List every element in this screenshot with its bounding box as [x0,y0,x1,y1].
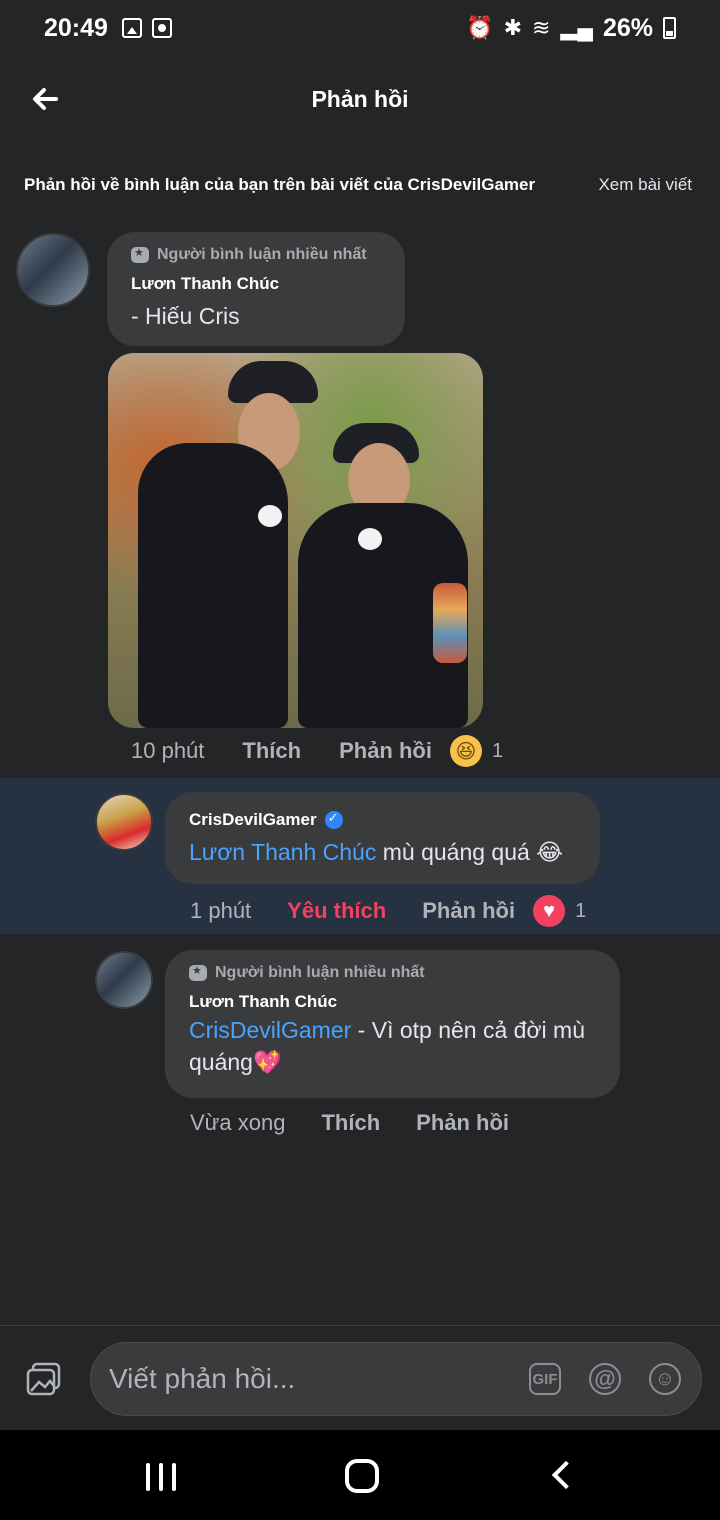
camera-notification-icon [151,18,172,38]
battery-icon [663,17,676,39]
badge-label: Người bình luận nhiều nhất [215,964,425,981]
badge-label: Người bình luận nhiều nhất [157,246,367,263]
badge-icon [131,246,149,263]
reply-input[interactable] [109,1357,509,1401]
reply-button[interactable]: Phản hồi [422,898,515,924]
haha-reaction-icon[interactable]: 😆 [449,735,482,767]
comment-time: Vừa xong [190,1110,286,1135]
status-time: 20:49 [44,13,108,42]
author-name[interactable]: CrisDevilGamer [189,810,317,830]
recent-apps-icon[interactable] [146,1463,176,1491]
love-button[interactable]: Yêu thích [287,898,386,924]
status-bar: 20:49 ⏰ ✱ ≋ ▂▄ 26% [0,0,720,56]
comment-bubble[interactable]: Người bình luận nhiều nhất Lươn Thanh Ch… [165,950,620,1098]
bluetooth-icon: ✱ [503,15,522,40]
mention-link[interactable]: CrisDevilGamer [189,1017,351,1043]
comment-actions: 10 phút Thích Phản hồi 😆 1 [131,735,503,767]
gif-icon[interactable]: GIF [529,1363,561,1395]
comment-body: mù quáng quá 😂 [376,839,564,865]
context-text: Phản hồi về bình luận của bạn trên bài v… [24,175,536,194]
avatar[interactable] [95,793,153,851]
reaction-count: 1 [491,739,504,762]
comment-actions: Vừa xong Thích Phản hồi [190,1110,509,1136]
author-name[interactable]: Lươn Thanh Chúc [189,992,337,1012]
reply-button[interactable]: Phản hồi [339,738,432,764]
wifi-icon: ≋ [532,15,551,40]
like-button[interactable]: Thích [242,738,301,764]
verified-icon [324,810,343,829]
view-post-link[interactable]: Xem bài viết [598,175,692,195]
comment-time: 10 phút [131,738,205,763]
page-title: Phản hồi [311,86,409,112]
comment-actions: 1 phút Yêu thích Phản hồi ♥ 1 [190,895,586,927]
reaction-count: 1 [575,899,587,922]
home-icon[interactable] [345,1459,379,1493]
comment-time: 1 phút [190,898,252,923]
gallery-notification-icon [121,18,142,38]
avatar[interactable] [95,951,153,1009]
photo-icon[interactable] [26,1362,62,1396]
app-header: Phản hồi [0,64,720,134]
like-button[interactable]: Thích [321,1110,380,1136]
alarm-icon: ⏰ [466,15,494,40]
mention-link[interactable]: Lươn Thanh Chúc [189,839,376,865]
comment-author[interactable]: CrisDevilGamer [189,810,576,830]
love-reaction-icon[interactable]: ♥ [533,895,566,927]
reply-input-container[interactable]: GIF @ ☺ [90,1342,702,1416]
at-icon[interactable]: @ [589,1363,621,1395]
comment-text: - Hiếu Cris [131,303,240,329]
comment-bubble[interactable]: CrisDevilGamer Lươn Thanh Chúc mù quáng … [165,792,600,884]
reply-button[interactable]: Phản hồi [416,1110,509,1136]
author-name[interactable]: Lươn Thanh Chúc [131,274,279,294]
context-bar: Phản hồi về bình luận của bạn trên bài v… [24,175,692,195]
comment-bubble[interactable]: Người bình luận nhiều nhất Lươn Thanh Ch… [107,232,405,346]
nav-back-icon[interactable] [551,1460,581,1490]
reply-composer: GIF @ ☺ [0,1325,720,1430]
battery-percent: 26% [602,13,653,42]
top-commenter-badge: Người bình luận nhiều nhất [131,246,381,264]
badge-icon [189,964,207,981]
comment-author[interactable]: Lươn Thanh Chúc [189,992,596,1012]
top-commenter-badge: Người bình luận nhiều nhất [189,964,596,982]
signal-icon: ▂▄ [560,15,593,40]
comment-photo[interactable] [108,353,483,728]
avatar[interactable] [16,233,90,307]
emoji-icon[interactable]: ☺ [649,1363,681,1395]
comment-text: Lươn Thanh Chúc mù quáng quá 😂 [189,836,576,868]
comment-text: CrisDevilGamer - Vì otp nên cả đời mù qu… [189,1014,596,1078]
comment-author[interactable]: Lươn Thanh Chúc [131,274,381,294]
system-nav-bar [0,1430,720,1520]
